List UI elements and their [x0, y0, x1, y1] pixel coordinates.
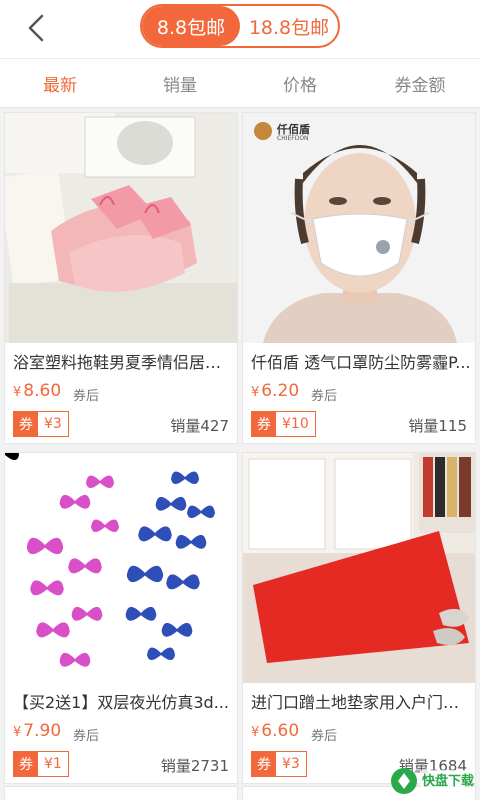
product-title: 【买2送1】双层夜光仿真3d... [13, 693, 229, 712]
product-title: 浴室塑料拖鞋男夏季情侣居家... [13, 353, 233, 372]
coupon-label: 券 [252, 412, 276, 436]
shipping-segment-control: 8.8包邮 18.8包邮 [140, 4, 340, 48]
coupon-badge: 券 ¥10 [251, 411, 316, 437]
coupon-value: ¥10 [276, 412, 315, 436]
coupon-label: 券 [252, 752, 276, 776]
tab-coupon-amount[interactable]: 券金额 [360, 59, 480, 107]
tab-sales[interactable]: 销量 [120, 59, 240, 107]
coupon-label: 券 [14, 752, 38, 776]
coupon-label: 券 [14, 412, 38, 436]
coupon-value: ¥3 [276, 752, 306, 776]
tab-price[interactable]: 价格 [240, 59, 360, 107]
product-card[interactable]: 浴室塑料拖鞋男夏季情侣居家... ¥8.60 券后 券 ¥3 销量427 [4, 112, 238, 444]
coupon-badge: 券 ¥1 [13, 751, 69, 777]
product-card[interactable]: 【买2送1】双层夜光仿真3d... ¥7.90 券后 券 ¥1 销量2731 [4, 452, 238, 784]
product-price: ¥7.90 [13, 721, 62, 741]
after-coupon-label: 券后 [73, 389, 100, 404]
product-card[interactable]: 进门口蹭土地垫家用入户门厅... ¥6.60 券后 券 ¥3 销量1684 [242, 452, 476, 784]
coupon-badge: 券 ¥3 [13, 411, 69, 437]
product-image-butterflies [5, 453, 237, 683]
product-price: ¥6.20 [251, 381, 300, 401]
sales-count: 销量115 [408, 417, 467, 435]
product-image-doormat [243, 453, 475, 683]
product-title: 仟佰盾 透气口罩防尘防雾霾P... [251, 353, 471, 372]
segment-18-8[interactable]: 18.8包邮 [240, 6, 338, 46]
back-arrow-icon[interactable] [20, 10, 56, 46]
coupon-value: ¥3 [38, 412, 68, 436]
product-card-partial[interactable] [4, 786, 238, 800]
tab-latest[interactable]: 最新 [0, 59, 120, 107]
after-coupon-label: 券后 [311, 729, 338, 744]
sales-count: 销量427 [170, 417, 229, 435]
product-price: ¥8.60 [13, 381, 62, 401]
segment-8-8[interactable]: 8.8包邮 [142, 6, 240, 46]
product-image-slippers [5, 113, 237, 343]
after-coupon-label: 券后 [73, 729, 100, 744]
product-title: 进门口蹭土地垫家用入户门厅... [251, 693, 471, 712]
after-coupon-label: 券后 [311, 389, 338, 404]
watermark-text: 快盘下载 [422, 774, 475, 789]
product-price: ¥6.60 [251, 721, 300, 741]
product-image-mask: 仟佰盾 CHIEFDON [243, 113, 475, 343]
product-card[interactable]: 仟佰盾 CHIEFDON 仟佰盾 透气口罩防尘防雾霾P... ¥6.20 券后 … [242, 112, 476, 444]
coupon-badge: 券 ¥3 [251, 751, 307, 777]
sales-count: 销量2731 [160, 757, 229, 775]
coupon-value: ¥1 [38, 752, 68, 776]
watermark-logo: 快盘下载 [390, 764, 476, 798]
top-bar: 8.8包邮 18.8包邮 [0, 0, 480, 58]
mask-brand-sub: CHIEFDON [277, 135, 309, 142]
sort-tabs: 最新 销量 价格 券金额 [0, 58, 480, 108]
